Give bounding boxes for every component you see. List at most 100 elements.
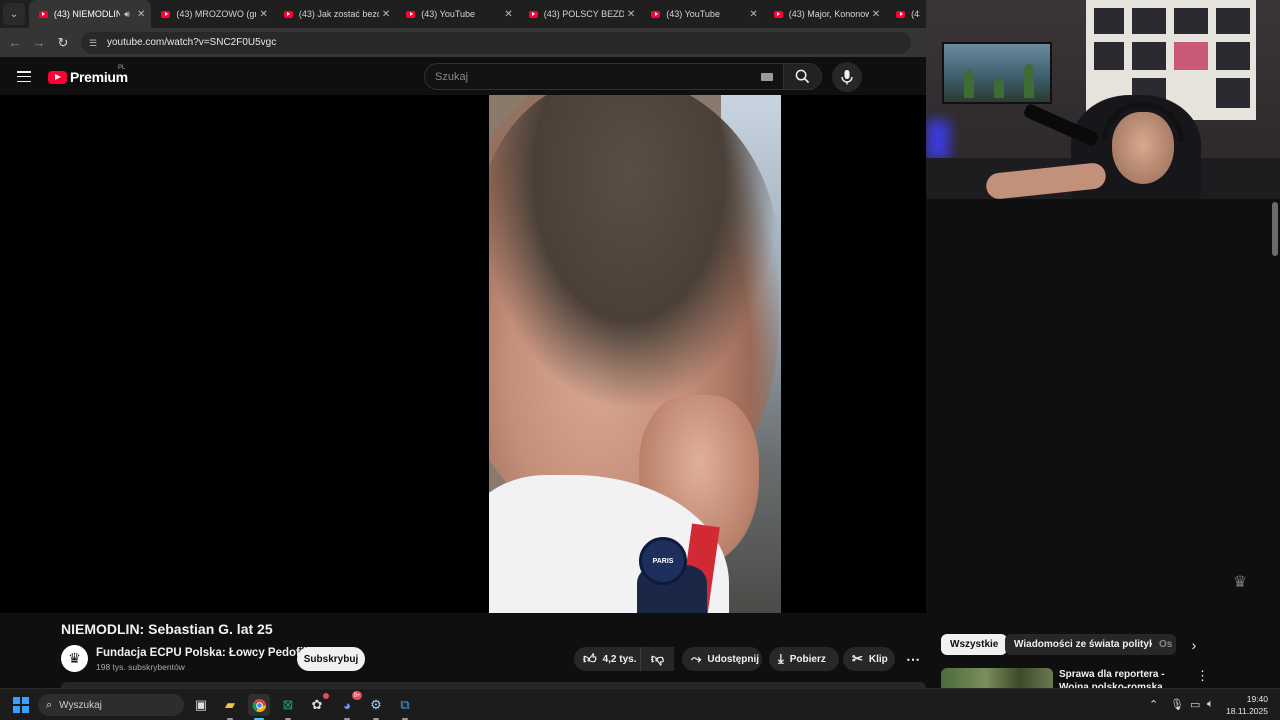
excel-icon[interactable]: ⊠: [277, 694, 299, 720]
arrow-right-icon: →: [32, 35, 46, 50]
volume-icon[interactable]: 🔈︎: [1207, 698, 1214, 711]
tab-title: (43) Major, Kononow: [788, 9, 869, 19]
webcam-overlay: [926, 0, 1280, 199]
dislike-button[interactable]: 👎︎: [640, 647, 674, 671]
app-icon[interactable]: ✿: [306, 693, 329, 716]
windows-taskbar: ⌕ Wyszukaj ▣ ▰ ⊠ ✿ ◕ 9+ ⚙ ⧉ ⌃ 🎙︎ ▭ 🔈︎ 19:…: [0, 688, 1280, 720]
youtube-favicon-icon: [38, 10, 48, 18]
back-button[interactable]: ←: [3, 31, 27, 55]
more-actions-button[interactable]: ⋯: [900, 647, 926, 671]
tab-youtube-2[interactable]: (43) YouTube ✕: [641, 0, 763, 28]
file-explorer-icon[interactable]: ▰: [219, 694, 241, 720]
search-button[interactable]: [784, 63, 822, 90]
taskbar-clock[interactable]: 19:40 18.11.2025: [1226, 693, 1268, 717]
steam-icon[interactable]: ⚙: [365, 694, 387, 720]
chip-politics-news[interactable]: Wiadomości ze świata polityki: [1005, 634, 1167, 655]
download-button[interactable]: ⤓ Pobierz: [769, 647, 839, 671]
tab-title: (43) NIEMODLIN:: [53, 9, 121, 19]
forward-button[interactable]: →: [27, 31, 51, 55]
close-icon[interactable]: ✕: [382, 9, 390, 20]
tab-partial[interactable]: (43): [886, 0, 926, 28]
thumbs-up-icon: 👍︎: [583, 651, 597, 666]
country-code: PL: [118, 65, 126, 71]
tab-title: (43) MROZOWO (gm: [176, 9, 257, 19]
chevron-up-icon[interactable]: ⌃: [1149, 698, 1158, 711]
tab-niemodlin[interactable]: (43) NIEMODLIN: 🔊︎ ✕: [28, 0, 152, 28]
youtube-masthead: Premium PL Szukaj: [0, 57, 926, 95]
discord-icon[interactable]: ◕ 9+: [336, 691, 362, 720]
microphone-icon: [841, 70, 853, 85]
cam-aquarium: [942, 42, 1052, 104]
microphone-icon[interactable]: 🎙︎: [1170, 698, 1184, 711]
close-icon[interactable]: ✕: [749, 9, 757, 20]
scissors-icon: ✂: [852, 651, 863, 666]
reload-button[interactable]: ↻: [51, 31, 75, 55]
download-icon: ⤓: [778, 651, 784, 666]
keyboard-icon[interactable]: [761, 73, 773, 81]
youtube-favicon-icon: [651, 10, 661, 18]
close-icon[interactable]: ✕: [504, 9, 512, 20]
video-title: NIEMODLIN: Sebastian G. lat 25: [61, 621, 273, 637]
search-input[interactable]: Szukaj: [424, 63, 784, 90]
chevron-right-icon[interactable]: ›: [1183, 634, 1205, 656]
page-scrollbar[interactable]: [1270, 199, 1280, 688]
vscode-icon[interactable]: ⧉: [394, 694, 416, 720]
task-view-icon[interactable]: ▣: [190, 694, 212, 716]
avatar[interactable]: ♛: [61, 645, 88, 672]
search-placeholder: Szukaj: [435, 70, 469, 83]
share-button[interactable]: ⤳ Udostępnij: [682, 647, 762, 671]
chevron-down-icon: ⌄: [9, 8, 19, 20]
youtube-favicon-icon: [406, 10, 416, 18]
speaker-icon[interactable]: 🔊︎: [124, 9, 130, 20]
recommended-thumbnail[interactable]: [941, 668, 1053, 690]
network-icon[interactable]: ▭: [1190, 698, 1200, 711]
channel-watermark-icon[interactable]: ♛: [1228, 572, 1252, 594]
more-vertical-icon[interactable]: ⋮: [1196, 668, 1209, 684]
hair-image: [489, 95, 779, 405]
tab-youtube[interactable]: (43) YouTube ✕: [396, 0, 518, 28]
recommended-title[interactable]: Sprawa dla reportera - Wojna polsko-roms…: [1059, 668, 1194, 688]
tab-title: (43) YouTube: [666, 9, 720, 19]
crest-icon: ♛: [68, 650, 81, 666]
channel-name[interactable]: Fundacja ECPU Polska: Łowcy Pedofili: [96, 647, 309, 659]
address-bar[interactable]: ☰ youtube.com/watch?v=SNC2F0U5vgc: [81, 31, 911, 54]
youtube-favicon-icon: [161, 10, 171, 18]
close-icon[interactable]: ✕: [259, 9, 267, 20]
scrollbar-thumb[interactable]: [1272, 202, 1278, 256]
tab-polscy-bezdomni[interactable]: (43) POLSCY BEZDOM ✕: [519, 0, 641, 28]
windows-start-icon[interactable]: [13, 697, 29, 713]
tab-title: (43) YouTube: [421, 9, 476, 19]
video-player[interactable]: PARIS: [0, 95, 926, 613]
clock-date: 18.11.2025: [1226, 706, 1268, 716]
chip-partial[interactable]: Os: [1152, 634, 1176, 655]
tab-title: (43) Jak zostać bezdo: [298, 9, 379, 19]
tune-icon[interactable]: ☰: [89, 38, 99, 48]
voice-search-button[interactable]: [832, 62, 862, 92]
tab-jak-zostac[interactable]: (43) Jak zostać bezdo ✕: [274, 0, 396, 28]
subscriber-count: 198 tys. subskrybentów: [96, 662, 185, 672]
thumbs-down-icon: 👎︎: [650, 651, 665, 666]
close-icon[interactable]: ✕: [137, 9, 145, 20]
hamburger-icon[interactable]: [17, 71, 31, 83]
taskbar-search-input[interactable]: ⌕ Wyszukaj: [38, 694, 184, 716]
notification-dot: [323, 693, 329, 699]
tab-major[interactable]: (43) Major, Kononow ✕: [764, 0, 886, 28]
more-horizontal-icon: ⋯: [906, 650, 920, 667]
subscribe-button[interactable]: Subskrybuj: [297, 647, 365, 671]
youtube-play-icon: [48, 70, 67, 84]
youtube-logo[interactable]: Premium PL: [48, 65, 128, 85]
tab-title: (43): [911, 9, 920, 19]
clip-label: Klip: [868, 653, 888, 665]
reload-icon: ↻: [57, 34, 69, 50]
close-icon[interactable]: ✕: [627, 9, 635, 20]
crest-text: PARIS: [652, 557, 674, 565]
arrow-left-icon: ←: [8, 35, 22, 50]
chrome-icon[interactable]: [248, 694, 270, 720]
logo-text: Premium: [70, 69, 128, 85]
close-icon[interactable]: ✕: [872, 9, 880, 20]
clip-button[interactable]: ✂ Klip: [843, 647, 895, 671]
youtube-favicon-icon: [528, 10, 538, 18]
tab-mrozowo[interactable]: (43) MROZOWO (gm ✕: [151, 0, 273, 28]
tab-search-button[interactable]: ⌄: [3, 3, 25, 25]
chip-all[interactable]: Wszystkie: [941, 634, 1008, 655]
